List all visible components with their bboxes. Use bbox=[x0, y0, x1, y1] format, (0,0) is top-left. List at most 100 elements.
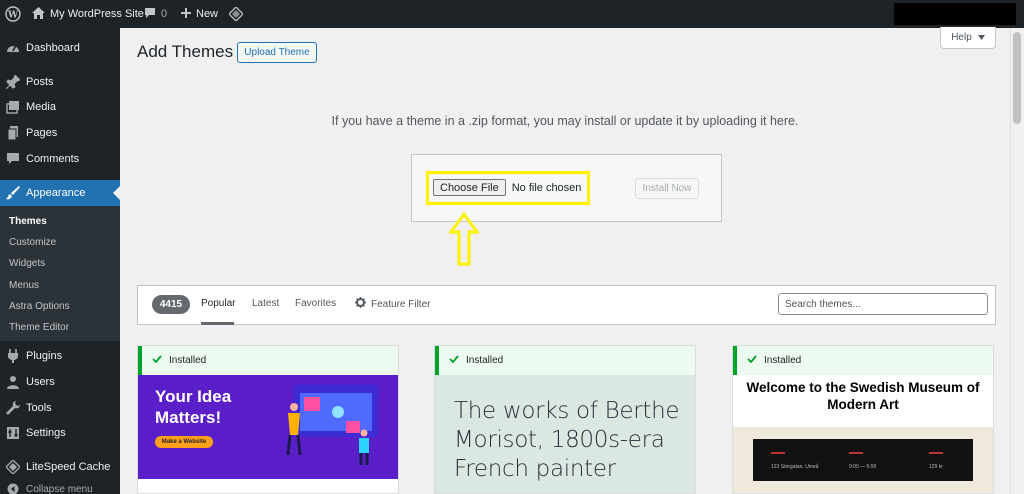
feature-filter-label: Feature Filter bbox=[371, 298, 431, 310]
submenu-customize[interactable]: Customize bbox=[9, 237, 56, 248]
band-price: 129 kr bbox=[929, 464, 943, 470]
upload-instructions: If you have a theme in a .zip format, yo… bbox=[331, 114, 799, 128]
pages-icon bbox=[0, 126, 26, 140]
admin-bar-site-link[interactable]: My WordPress Site bbox=[32, 0, 144, 28]
band-hours: 9:00 — 5:00 bbox=[849, 464, 877, 470]
settings-icon bbox=[0, 426, 26, 440]
sidebar-item-posts[interactable]: Posts bbox=[0, 69, 120, 95]
screenshot-cta: Make a Website bbox=[155, 436, 213, 448]
collapse-arrow-icon bbox=[0, 483, 26, 494]
sidebar-item-plugins[interactable]: Plugins bbox=[0, 343, 120, 369]
site-name: My WordPress Site bbox=[50, 8, 144, 20]
theme-count-badge: 4415 bbox=[152, 295, 190, 314]
comments-count: 0 bbox=[161, 8, 168, 20]
screenshot-headline: Your Idea Matters! bbox=[155, 387, 232, 427]
appearance-submenu: Themes Customize Widgets Menus Astra Opt… bbox=[0, 206, 120, 341]
svg-text:W: W bbox=[7, 11, 19, 21]
submenu-themes[interactable]: Themes bbox=[9, 216, 47, 227]
installed-label: Installed bbox=[466, 355, 504, 366]
screenshot-info-band: 123 Storgatan, Umeå 9:00 — 5:00 129 kr bbox=[753, 439, 973, 481]
sidebar-item-label: Comments bbox=[26, 153, 80, 165]
scrollbar-thumb[interactable] bbox=[1013, 32, 1021, 124]
tab-popular[interactable]: Popular bbox=[201, 298, 235, 309]
sidebar-item-label: Tools bbox=[26, 402, 52, 414]
band-address: 123 Storgatan, Umeå bbox=[771, 464, 819, 470]
admin-bar: W My WordPress Site 0 New bbox=[0, 0, 1024, 28]
gear-icon bbox=[355, 297, 366, 311]
admin-bar-comments[interactable]: 0 bbox=[144, 0, 167, 28]
screenshot-headline: The works of Berthe Morisot, 1800s-era F… bbox=[454, 398, 680, 482]
sidebar-item-label: Pages bbox=[26, 127, 58, 139]
theme-card-twenty-twenty-one[interactable]: Installed The works of Berthe Morisot, 1… bbox=[434, 345, 696, 494]
screenshot-footer-strip bbox=[138, 479, 398, 493]
dashboard-icon bbox=[0, 41, 26, 55]
sidebar-item-users[interactable]: Users bbox=[0, 369, 120, 395]
theme-screenshot: Your Idea Matters! Make a Website bbox=[138, 375, 398, 493]
page-title: Add Themes bbox=[137, 42, 234, 61]
sidebar-item-label: Plugins bbox=[26, 350, 63, 362]
submenu-theme-editor[interactable]: Theme Editor bbox=[9, 322, 69, 333]
upload-theme-button[interactable]: Upload Theme bbox=[237, 42, 317, 63]
sidebar-item-label: Posts bbox=[26, 76, 54, 88]
sidebar-item-comments[interactable]: Comments bbox=[0, 146, 120, 172]
submenu-menus[interactable]: Menus bbox=[9, 280, 39, 291]
plug-icon bbox=[0, 349, 26, 363]
tab-favorites[interactable]: Favorites bbox=[295, 298, 336, 309]
band-accent bbox=[849, 452, 863, 454]
litespeed-diamond-icon[interactable] bbox=[229, 0, 243, 28]
active-tab-indicator bbox=[201, 322, 234, 325]
sidebar-item-pages[interactable]: Pages bbox=[0, 120, 120, 146]
sidebar-item-dashboard[interactable]: Dashboard bbox=[0, 35, 120, 61]
sidebar-item-label: Media bbox=[26, 101, 56, 113]
collapse-menu[interactable]: Collapse menu bbox=[0, 483, 120, 494]
band-accent bbox=[771, 452, 785, 454]
wordpress-logo-icon[interactable]: W bbox=[0, 0, 26, 28]
submenu-widgets[interactable]: Widgets bbox=[9, 258, 45, 269]
astra-illustration-icon bbox=[286, 385, 378, 465]
installed-notice: Installed bbox=[435, 346, 695, 375]
sidebar-item-label: Users bbox=[26, 376, 55, 388]
collapse-label: Collapse menu bbox=[26, 483, 93, 494]
installed-label: Installed bbox=[764, 355, 802, 366]
user-icon bbox=[0, 375, 26, 389]
install-now-button[interactable]: Install Now bbox=[635, 178, 699, 199]
help-label: Help bbox=[951, 32, 972, 43]
sidebar-item-litespeed-cache[interactable]: LiteSpeed Cache bbox=[0, 454, 120, 480]
theme-screenshot: The works of Berthe Morisot, 1800s-era F… bbox=[435, 375, 695, 493]
sidebar-item-settings[interactable]: Settings bbox=[0, 420, 120, 446]
diamond-icon bbox=[0, 460, 26, 474]
checkmark-icon bbox=[747, 355, 757, 366]
tab-latest[interactable]: Latest bbox=[252, 298, 279, 309]
sidebar-item-label: Dashboard bbox=[26, 42, 80, 54]
band-accent bbox=[929, 452, 943, 454]
pin-icon bbox=[0, 75, 26, 89]
annotation-highlight-box bbox=[426, 171, 590, 205]
checkmark-icon bbox=[152, 355, 162, 366]
feature-filter-button[interactable]: Feature Filter bbox=[355, 297, 430, 311]
sidebar-item-media[interactable]: Media bbox=[0, 94, 120, 120]
installed-notice: Installed bbox=[733, 346, 993, 375]
brush-icon bbox=[0, 186, 26, 200]
search-themes-input[interactable] bbox=[778, 293, 988, 315]
sidebar-item-label: LiteSpeed Cache bbox=[26, 461, 111, 473]
screenshot-headline: Welcome to the Swedish Museum of Modern … bbox=[746, 380, 980, 412]
theme-card-twenty-twenty[interactable]: Installed Welcome to the Swedish Museum … bbox=[732, 345, 994, 494]
sidebar-item-appearance[interactable]: Appearance bbox=[0, 180, 120, 206]
sidebar-item-label: Appearance bbox=[26, 187, 86, 199]
caret-down-icon bbox=[977, 32, 985, 43]
account-area-redacted[interactable] bbox=[894, 3, 1016, 25]
help-button[interactable]: Help bbox=[940, 27, 996, 49]
installed-notice: Installed bbox=[138, 346, 398, 375]
checkmark-icon bbox=[449, 355, 459, 366]
sidebar-item-tools[interactable]: Tools bbox=[0, 395, 120, 421]
plus-icon bbox=[181, 7, 191, 21]
theme-card-astra[interactable]: Installed Your Idea Matters! Make a Webs… bbox=[137, 345, 399, 494]
admin-bar-new[interactable]: New bbox=[181, 0, 218, 28]
current-menu-arrow bbox=[113, 186, 120, 200]
comment-bubble-icon bbox=[144, 7, 156, 22]
submenu-astra-options[interactable]: Astra Options bbox=[9, 301, 70, 312]
sidebar-item-label: Settings bbox=[26, 427, 66, 439]
home-icon bbox=[32, 6, 45, 22]
admin-sidebar: Dashboard Posts Media Pages Comments App… bbox=[0, 28, 120, 494]
new-label: New bbox=[196, 8, 219, 20]
